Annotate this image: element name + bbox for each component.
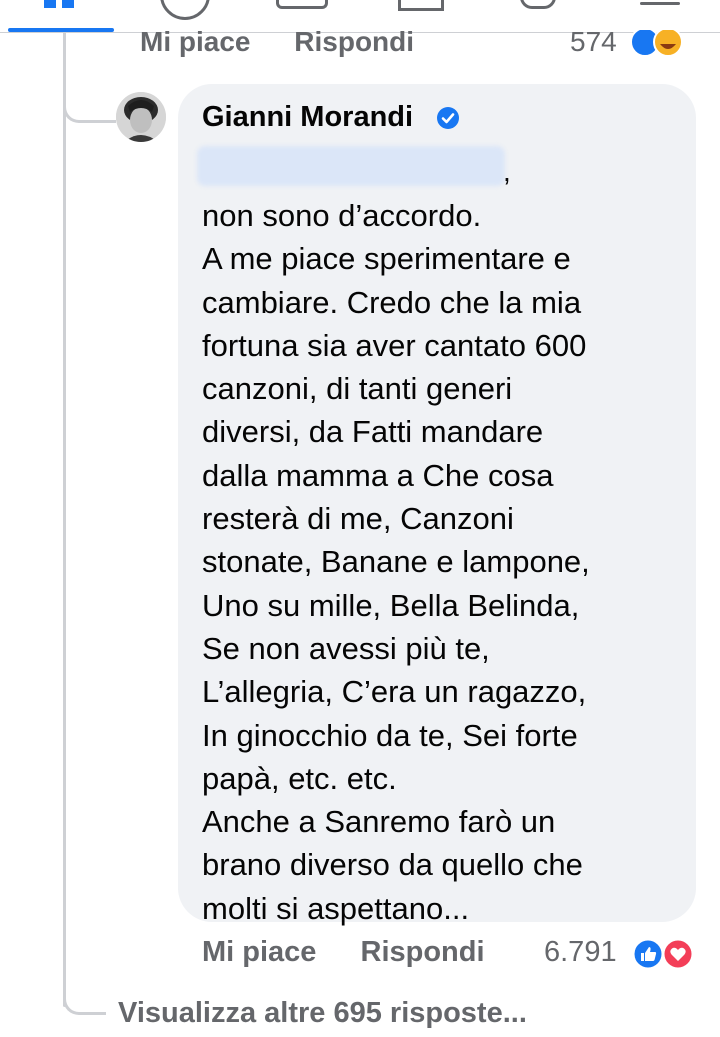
reaction-count[interactable]: 6.791 xyxy=(544,936,617,969)
thread-line xyxy=(63,32,66,1007)
thread-branch xyxy=(63,80,116,123)
friends-icon[interactable] xyxy=(160,0,210,20)
notifications-icon[interactable] xyxy=(520,0,556,9)
marketplace-icon[interactable] xyxy=(398,0,444,11)
verified-badge-icon xyxy=(436,106,460,130)
blurred-mention xyxy=(197,146,505,186)
avatar[interactable] xyxy=(116,92,166,142)
previous-comment-actions: Mi piace Rispondi xyxy=(140,26,450,58)
comment-text: non sono d’accordo. A me piace speriment… xyxy=(202,198,590,926)
reply-button[interactable]: Rispondi xyxy=(361,936,485,969)
comment-actions: Mi piace Rispondi xyxy=(202,936,521,969)
menu-icon[interactable] xyxy=(640,2,680,5)
reaction-icons[interactable] xyxy=(632,938,698,970)
reaction-icons[interactable] xyxy=(630,27,696,60)
like-button[interactable]: Mi piace xyxy=(140,26,250,57)
like-button[interactable]: Mi piace xyxy=(202,936,316,969)
reply-button[interactable]: Rispondi xyxy=(294,26,414,57)
love-icon xyxy=(662,938,694,970)
reaction-count[interactable]: 574 xyxy=(570,26,617,58)
mention-comma: , xyxy=(503,156,511,187)
comment-author[interactable]: Gianni Morandi xyxy=(202,101,413,134)
watch-icon[interactable] xyxy=(276,0,328,9)
thread-branch xyxy=(63,970,106,1015)
like-icon xyxy=(632,938,664,970)
home-icon[interactable] xyxy=(44,0,74,8)
haha-icon xyxy=(653,27,683,57)
view-more-replies-link[interactable]: Visualizza altre 695 risposte... xyxy=(118,997,527,1030)
